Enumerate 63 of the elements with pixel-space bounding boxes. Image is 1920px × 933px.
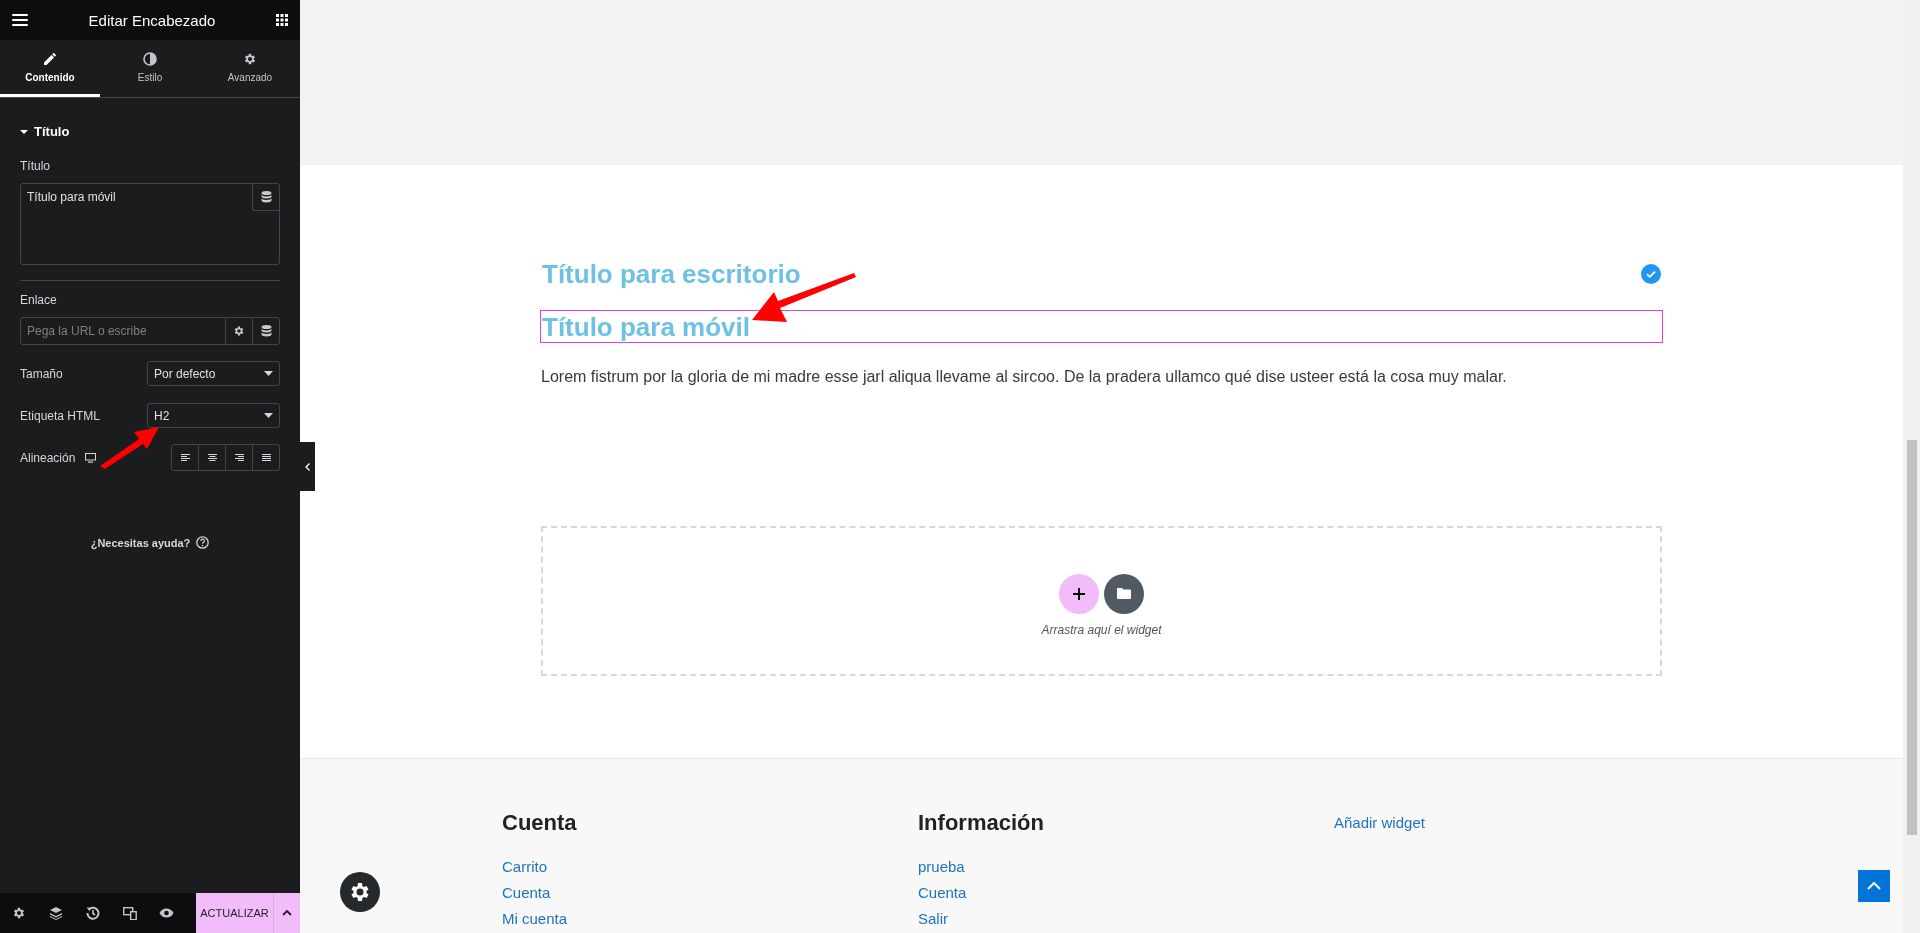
plus-icon	[1073, 587, 1085, 600]
responsive-icon[interactable]	[122, 906, 137, 920]
save-options-button[interactable]	[273, 893, 300, 933]
field-label: Etiqueta HTML	[20, 408, 101, 423]
dropdown-caret-icon	[264, 413, 273, 418]
footer-link[interactable]: Cuenta	[918, 880, 967, 906]
help-icon[interactable]	[196, 536, 210, 549]
desktop-icon[interactable]	[85, 452, 97, 463]
panel-title: Editar Encabezado	[88, 11, 216, 29]
template-library-button[interactable]	[1104, 573, 1144, 614]
title-textarea[interactable]: Título para móvil	[20, 183, 280, 265]
contrast-icon	[143, 51, 157, 66]
footer-link[interactable]: prueba	[918, 854, 965, 880]
paragraph-text: Lorem fistrum por la gloria de mi madre esse jarl aliqua llevame al sircoo. De la pradera ullamco qué dise usteer está la cosa muy malar.	[541, 367, 1508, 387]
html-tag-select[interactable]: H2	[147, 403, 280, 428]
align-center-icon	[207, 453, 217, 462]
chevron-left-icon	[305, 462, 310, 471]
collapse-panel-handle[interactable]	[300, 442, 315, 491]
footer-link[interactable]: Añadir widget	[1334, 810, 1425, 836]
align-justify-icon	[261, 453, 271, 462]
help-link[interactable]: ¿Necesitas ayuda?	[90, 536, 191, 549]
footer-heading: Cuenta	[502, 810, 577, 836]
align-left-icon	[180, 453, 190, 462]
field-label: Alineación	[20, 450, 76, 465]
update-button[interactable]: ACTUALIZAR	[196, 893, 273, 933]
scroll-to-top-button[interactable]	[1858, 870, 1890, 902]
panel-tab[interactable]: Avanzado	[200, 40, 300, 97]
apps-grid-icon[interactable]	[276, 14, 288, 26]
layers-icon[interactable]	[48, 906, 63, 920]
history-icon[interactable]	[85, 906, 100, 920]
dynamic-tags-icon[interactable]	[260, 325, 272, 337]
check-circle-icon	[1641, 263, 1661, 284]
chevron-up-icon	[1867, 882, 1881, 890]
drop-hint: Arrastra aquí el widget	[1041, 622, 1162, 637]
dropdown-caret-icon	[264, 371, 273, 376]
add-widget-button[interactable]	[1059, 573, 1099, 614]
panel-tab[interactable]: Estilo	[100, 40, 200, 97]
caret-down-icon[interactable]	[20, 127, 28, 136]
footer-heading: Información	[918, 810, 1044, 836]
chevron-up-icon	[282, 910, 292, 916]
url-input-field[interactable]: Pega la URL o escribe	[21, 318, 225, 344]
footer-link[interactable]: Mi cuenta	[502, 906, 568, 932]
dynamic-tags-icon[interactable]	[260, 191, 272, 203]
field-label: Tamaño	[20, 366, 63, 381]
link-settings-icon[interactable]	[233, 325, 245, 337]
pencil-icon	[43, 51, 57, 66]
field-label: Título	[20, 159, 51, 173]
widget-drop-zone[interactable]: Arrastra aquí el widget	[541, 526, 1662, 677]
folder-icon	[1117, 588, 1131, 600]
footer-link[interactable]: Cuenta	[502, 880, 551, 906]
url-field[interactable]: Pega la URL o escribe	[20, 317, 280, 345]
menu-icon[interactable]	[12, 14, 28, 26]
eye-icon[interactable]	[159, 908, 174, 918]
footer-link[interactable]: Salir	[918, 906, 948, 932]
alignment-control[interactable]	[171, 444, 280, 471]
size-select[interactable]: Por defecto	[147, 361, 280, 386]
align-right-icon	[234, 453, 244, 462]
panel-tab[interactable]: Contenido	[0, 40, 100, 97]
section-title[interactable]: Título	[34, 124, 70, 139]
footer-link[interactable]: Carrito	[502, 854, 547, 880]
field-label: Enlace	[20, 293, 58, 307]
settings-icon[interactable]	[11, 906, 26, 920]
gear-icon[interactable]	[243, 51, 257, 66]
